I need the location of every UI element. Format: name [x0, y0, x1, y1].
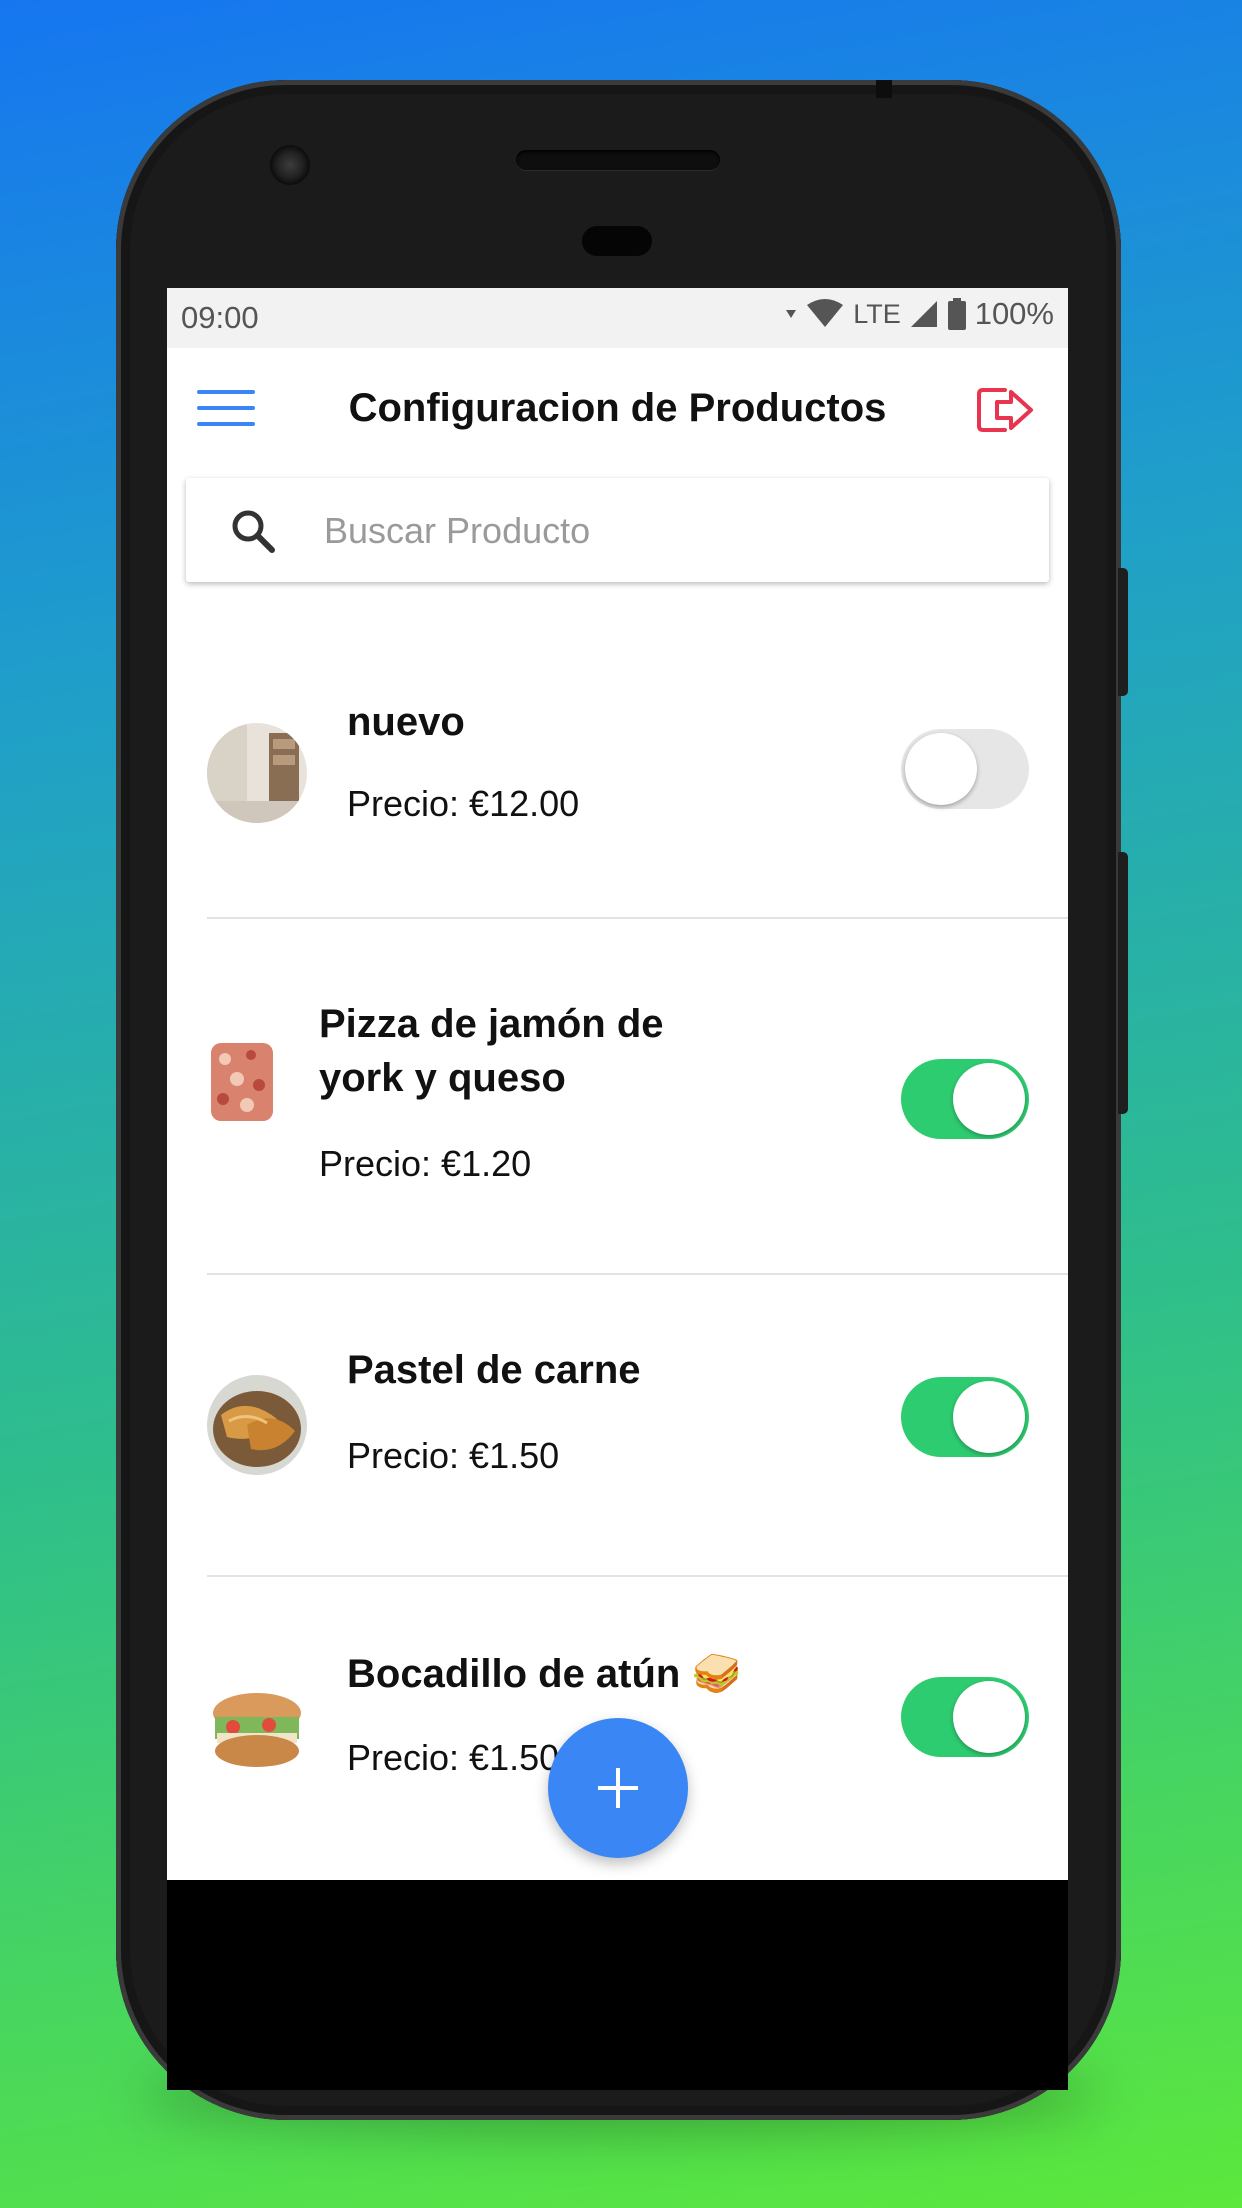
app-screen: 09:00 LTE 100% Configuracion de Producto…: [167, 288, 1068, 1880]
sandwich-photo: [207, 1677, 307, 1777]
product-price: Precio: €1.20: [319, 1143, 532, 1184]
volume-button: [1118, 568, 1128, 696]
battery-percent: 100%: [974, 296, 1054, 331]
product-price: Precio: €12.00: [347, 783, 580, 824]
toggle-knob: [905, 733, 977, 805]
product-image: [207, 1677, 307, 1777]
product-price: Precio: €1.50: [347, 1435, 560, 1476]
cell-signal-icon: [910, 301, 937, 327]
room-photo: [207, 723, 307, 823]
product-image: [207, 723, 307, 823]
product-name: nuevo: [347, 700, 465, 744]
earpiece-speaker: [516, 150, 720, 170]
product-image: [207, 1039, 277, 1125]
battery-icon: [947, 298, 966, 330]
product-name: Pizza de jamón de york y queso: [319, 1002, 664, 1100]
app-bar: Configuracion de Productos: [167, 348, 1068, 468]
product-image: [207, 1375, 307, 1475]
logout-icon[interactable]: [975, 382, 1035, 438]
bottom-bezel: [167, 1880, 1068, 2090]
sandwich-emoji: 🥪: [691, 1652, 742, 1696]
power-button: [1118, 852, 1128, 1114]
wifi-icon: [807, 299, 844, 327]
add-product-button[interactable]: [548, 1718, 688, 1858]
product-toggle[interactable]: [901, 1677, 1029, 1757]
list-item[interactable]: Pastel de carne Precio: €1.50: [167, 1275, 1068, 1577]
product-name: Bocadillo de atún 🥪: [347, 1647, 741, 1701]
antenna-line: [876, 80, 892, 98]
proximity-sensor: [582, 226, 652, 256]
status-icons: LTE 100%: [785, 296, 1054, 332]
status-time: 09:00: [181, 300, 259, 335]
product-price: Precio: €1.50: [347, 1737, 560, 1778]
signal-arrow-icon: [786, 310, 797, 318]
product-list: nuevo Precio: €12.00 Pizza de jamón de y…: [167, 583, 1068, 1877]
product-toggle[interactable]: [901, 1377, 1029, 1457]
search-bar[interactable]: [186, 478, 1049, 582]
product-toggle[interactable]: [901, 729, 1029, 809]
search-input[interactable]: [322, 502, 1016, 560]
list-item[interactable]: Pizza de jamón de york y queso Precio: €…: [167, 919, 1068, 1275]
status-bar: 09:00 LTE 100%: [167, 288, 1068, 348]
front-camera: [270, 145, 310, 185]
toggle-knob: [953, 1681, 1025, 1753]
network-type: LTE: [853, 298, 901, 329]
product-name-text: Bocadillo de atún: [347, 1652, 681, 1696]
list-item[interactable]: nuevo Precio: €12.00: [167, 583, 1068, 919]
toggle-knob: [953, 1381, 1025, 1453]
product-toggle[interactable]: [901, 1059, 1029, 1139]
product-name: Pastel de carne: [347, 1348, 641, 1392]
page-title: Configuracion de Productos: [348, 386, 887, 430]
toggle-knob: [953, 1063, 1025, 1135]
pizza-photo: [207, 1039, 277, 1125]
search-icon: [232, 510, 275, 553]
meat-pie-photo: [207, 1375, 307, 1475]
